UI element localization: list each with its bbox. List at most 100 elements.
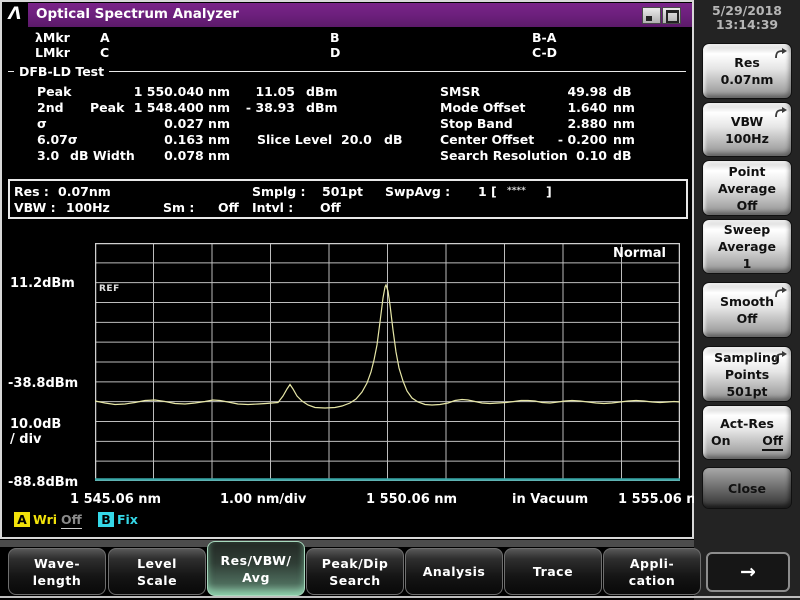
softkey-label: Sweep [724, 221, 770, 238]
measurement-text: 0.078 nm [118, 148, 230, 163]
datetime-display: 5/29/2018 13:14:39 [694, 4, 800, 32]
function-key-label: Wave- [34, 555, 80, 572]
measurement-text: 2.880 [520, 116, 607, 131]
function-key-label: Trace [533, 563, 573, 580]
trace-b-mode: Fix [117, 512, 138, 527]
measurement-text: 0.163 nm [118, 132, 230, 147]
softkey-label: Close [728, 480, 766, 497]
submenu-arrow-icon [774, 106, 787, 118]
fkey-analysis[interactable]: Analysis [405, 548, 503, 595]
measurement-text: dB [613, 84, 631, 99]
level-axis-label: -38.8dBm [8, 376, 78, 391]
submenu-arrow-icon [774, 286, 787, 298]
measurement-text: 0.10 [520, 148, 607, 163]
maximize-icon [666, 10, 679, 23]
test-title-label: DFB-LD Test [14, 64, 109, 79]
softkey-label: Sampling [714, 349, 780, 366]
trace-a-state: Off [61, 512, 82, 529]
softkey-sweep-average[interactable]: SweepAverage1 [702, 219, 792, 274]
softkey-label: 501pt [726, 383, 767, 400]
function-key-label: Level [137, 555, 177, 572]
measurement-text: SMSR [440, 84, 480, 99]
softkey-label: Average [718, 238, 776, 255]
marker-c-d: C-D [532, 45, 557, 60]
softkey-act-res[interactable]: Act-ResOn Off [702, 405, 792, 460]
fkey-wavelength[interactable]: Wave-length [8, 548, 106, 595]
on-off-toggle: On Off [711, 432, 783, 451]
memory-title: DFB-LD Test [8, 64, 686, 79]
softkey-label: Act-Res [720, 415, 774, 432]
minimize-button[interactable] [642, 7, 661, 24]
marker-b-a: B-A [532, 30, 556, 45]
trace-b-badge: B [98, 512, 114, 527]
measurement-text: nm [613, 116, 635, 131]
fkey-trace[interactable]: Trace [504, 548, 602, 595]
window-title: Optical Spectrum Analyzer [36, 6, 239, 22]
setting-text: **** [507, 185, 526, 197]
fkey-res-vbw-avg[interactable]: Res/VBW/Avg [207, 541, 305, 596]
softkey-label: Smooth [720, 293, 774, 310]
softkey-label: Off [737, 197, 758, 214]
level-axis-label: / div [10, 432, 42, 447]
softkey-vbw[interactable]: VBW100Hz [702, 102, 792, 157]
wavelength-axis-label: 1 545.06 nm [70, 492, 161, 507]
measurement-text: dB [613, 148, 631, 163]
marker-b: B [330, 30, 340, 45]
softkey-point-average[interactable]: PointAverageOff [702, 160, 792, 216]
setting-text: VBW : [14, 200, 56, 215]
marker-row-label: LMkr [35, 45, 70, 60]
trace-a-badge: A [14, 512, 30, 527]
maximize-button[interactable] [662, 7, 681, 24]
setting-text: SwpAvg : [385, 184, 450, 199]
softkey-label: Res [734, 54, 760, 71]
measurement-text: Slice Level [257, 132, 332, 147]
softkey-label: Off [737, 310, 758, 327]
setting-text: Intvl : [252, 200, 293, 215]
ref-level-label: REF [99, 284, 120, 294]
fkey-peak-dip-search[interactable]: Peak/DipSearch [306, 548, 404, 595]
trace-mode-label: Normal [613, 246, 666, 261]
function-key-label: Analysis [423, 563, 486, 580]
measurement-text: - 38.93 [238, 100, 295, 115]
spectrum-plot: Normal REF [95, 243, 680, 481]
sweep-settings-readout: Res :0.07nmSmplg :501ptSwpAvg :1 [****]V… [8, 179, 688, 219]
function-key-label: Res/VBW/ [221, 552, 292, 569]
setting-text: 1 [ [478, 184, 497, 199]
setting-text: Off [320, 200, 341, 215]
marker-a: A [100, 30, 110, 45]
marker-d: D [330, 45, 340, 60]
measurement-text: nm [613, 132, 635, 147]
measurement-text: 1.640 [520, 100, 607, 115]
measurement-text: 2nd [37, 100, 64, 115]
on-option[interactable]: On [711, 432, 731, 451]
softkey-sampling-points[interactable]: SamplingPoints501pt [702, 346, 792, 402]
separator-line [8, 71, 686, 72]
date-label: 5/29/2018 [694, 4, 800, 18]
function-key-label: Peak/Dip [322, 555, 389, 572]
level-axis-label: -88.8dBm [8, 475, 78, 490]
time-label: 13:14:39 [694, 18, 800, 32]
softkey-label: Points [725, 366, 769, 383]
measurement-text: dBm [306, 100, 338, 115]
softkey-close[interactable]: Close [702, 467, 792, 509]
anritsu-logo-icon: Λ [2, 2, 28, 27]
softkey-res[interactable]: Res0.07nm [702, 43, 792, 99]
minimize-icon [646, 16, 652, 21]
measurement-text: 1 550.040 nm [118, 84, 230, 99]
fkey-level-scale[interactable]: LevelScale [108, 548, 206, 595]
measurement-text: Stop Band [440, 116, 513, 131]
function-key-label: Scale [137, 572, 177, 589]
fkey-application[interactable]: Appli-cation [603, 548, 701, 595]
measurement-text: 20.0 [341, 132, 372, 147]
softkey-smooth[interactable]: SmoothOff [702, 282, 792, 338]
measurement-text: - 0.200 [520, 132, 607, 147]
marker-c: C [100, 45, 109, 60]
measurement-text: nm [613, 100, 635, 115]
menu-next-button[interactable]: → [706, 552, 790, 592]
measurement-text: dB [384, 132, 402, 147]
setting-text: 100Hz [66, 200, 110, 215]
function-key-label: Search [329, 572, 380, 589]
function-key-label: length [33, 572, 81, 589]
off-option-selected[interactable]: Off [762, 432, 783, 451]
wavelength-axis-label: in Vacuum [512, 492, 588, 507]
